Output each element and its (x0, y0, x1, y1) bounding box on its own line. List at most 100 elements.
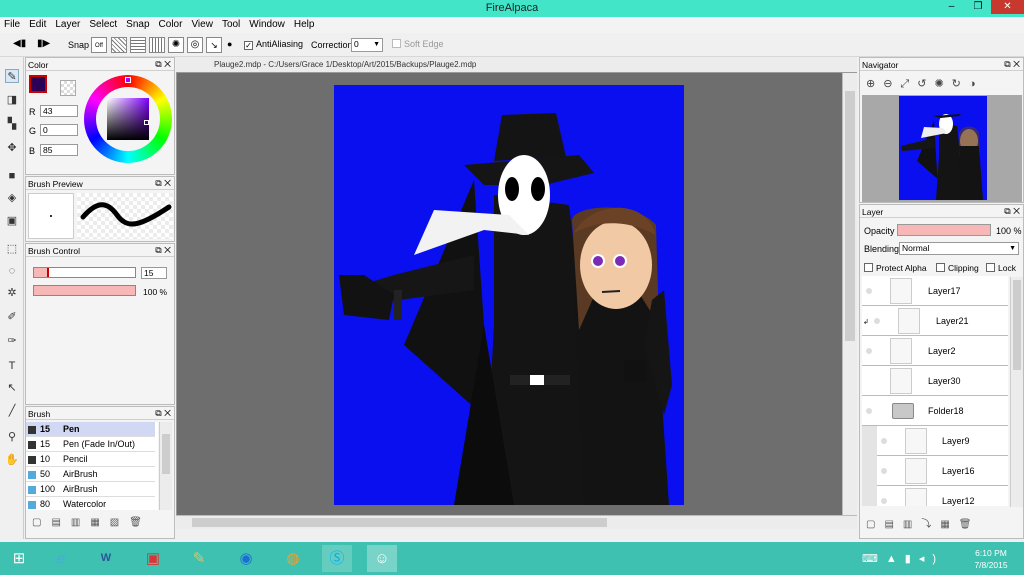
internet-explorer-icon[interactable]: ℯ (46, 545, 76, 572)
redo-icon[interactable]: ▮▶ (37, 38, 50, 49)
menu-help[interactable]: Help (290, 17, 320, 33)
g-input[interactable]: 0 (40, 124, 78, 136)
brush-dot-icon[interactable]: ● (227, 39, 232, 49)
blur-tool-icon[interactable]: ╱ (5, 404, 19, 418)
windows-start-icon[interactable]: ⊞ (4, 545, 34, 572)
text-tool-icon[interactable]: T (5, 359, 19, 373)
magic-wand-icon[interactable]: ✲ (5, 286, 19, 300)
panel-controls-icon[interactable]: ⧉ ✕ (155, 59, 171, 70)
soft-edge-checkbox[interactable]: Soft Edge (392, 39, 444, 49)
undo-icon[interactable]: ◀▮ (13, 38, 26, 49)
saturation-value-square[interactable] (107, 98, 149, 140)
canvas-vertical-scrollbar[interactable] (842, 73, 857, 515)
bucket-tool-icon[interactable]: ◈ (5, 191, 19, 205)
layer-row-layer17[interactable]: Layer17 (862, 276, 1008, 306)
fill-tool-icon[interactable]: ■ (5, 169, 19, 183)
brush-size-slider[interactable] (33, 267, 136, 278)
layer-row-layer2[interactable]: Layer2 (862, 336, 1008, 366)
eye-icon[interactable] (866, 288, 872, 294)
brush-item[interactable]: 15 Pen (26, 422, 155, 437)
drawing-canvas[interactable] (334, 85, 684, 505)
media-icon[interactable]: ◉ (231, 545, 261, 572)
snap-radial-icon[interactable]: ✺ (168, 37, 184, 53)
transparent-color-swatch[interactable] (60, 80, 76, 96)
select-pen-icon[interactable]: ✐ (5, 310, 19, 324)
canvas-horizontal-scrollbar[interactable] (176, 515, 857, 529)
close-button[interactable]: ✕ (991, 0, 1024, 14)
lasso-tool-icon[interactable]: ◌ (5, 264, 19, 278)
app-icon[interactable]: ▣ (138, 545, 168, 572)
snap-grid-icon[interactable] (149, 37, 165, 53)
menu-view[interactable]: View (187, 17, 218, 33)
r-input[interactable]: 43 (40, 105, 78, 117)
snap-off-icon[interactable]: Off (91, 37, 107, 53)
panel-controls-icon[interactable]: ⧉ ✕ (155, 178, 171, 189)
menu-file[interactable]: File (0, 17, 25, 33)
layer-row-layer21[interactable]: ↲ Layer21 (862, 306, 1008, 336)
panel-controls-icon[interactable]: ⧉ ✕ (1004, 59, 1020, 70)
eyedropper-icon[interactable]: ⚲ (5, 430, 19, 444)
panel-controls-icon[interactable]: ⧉ ✕ (155, 245, 171, 256)
brush-item[interactable]: 80 Watercolor (26, 497, 155, 510)
layer-row-layer16[interactable]: Layer16 (877, 456, 1008, 486)
navigator-buttons[interactable]: ⊕⊖⤢↺✺↻◑ (866, 77, 984, 91)
eye-icon[interactable] (881, 498, 887, 504)
layer-opacity-slider[interactable] (897, 224, 991, 236)
layer-row-layer9[interactable]: Layer9 (877, 426, 1008, 456)
menu-layer[interactable]: Layer (51, 17, 85, 33)
brush-item[interactable]: 10 Pencil (26, 452, 155, 467)
move-tool-icon[interactable]: ✥ (5, 141, 19, 155)
paint-icon[interactable]: ✎ (184, 545, 214, 572)
eye-icon[interactable] (866, 348, 872, 354)
menu-tool[interactable]: Tool (218, 17, 245, 33)
snap-curve-icon[interactable]: ↘ (206, 37, 222, 53)
clipping-checkbox[interactable]: Clipping (936, 263, 979, 273)
pen-tool-icon[interactable]: ✎ (5, 69, 19, 83)
brush-item[interactable]: 100 AirBrush (26, 482, 155, 497)
brush-item[interactable]: 15 Pen (Fade In/Out) (26, 437, 155, 452)
layer-panel-buttons[interactable]: ▢▤▥⤵▦🗑 (866, 515, 981, 530)
antialiasing-checkbox[interactable]: ✓ AntiAliasing (244, 39, 303, 50)
menu-color[interactable]: Color (155, 17, 188, 33)
skype-icon[interactable]: Ⓢ (322, 545, 352, 572)
dot-tool-icon[interactable]: ▚ (5, 117, 19, 131)
system-tray-icons[interactable]: ⌨▲▮◂) (862, 552, 944, 565)
game-icon[interactable]: ◍ (278, 545, 308, 572)
panel-controls-icon[interactable]: ⧉ ✕ (1004, 206, 1020, 217)
menu-snap[interactable]: Snap (122, 17, 154, 33)
b-input[interactable]: 85 (40, 144, 78, 156)
word-icon[interactable]: W (91, 545, 121, 572)
layer-row-folder18[interactable]: Folder18 (862, 396, 1008, 426)
layer-row-layer12[interactable]: Layer12 (877, 486, 1008, 506)
eye-icon[interactable] (881, 438, 887, 444)
brush-item[interactable]: 50 AirBrush (26, 467, 155, 482)
gradient-tool-icon[interactable]: ▣ (5, 214, 19, 228)
protect-alpha-checkbox[interactable]: Protect Alpha (864, 263, 927, 273)
lock-checkbox[interactable]: Lock (986, 263, 1016, 273)
eye-icon[interactable] (874, 318, 880, 324)
correction-select[interactable]: 0 ▼ (351, 38, 383, 52)
panel-controls-icon[interactable]: ⧉ ✕ (155, 408, 171, 419)
clock[interactable]: 6:10 PM 7/8/2015 (971, 547, 1011, 571)
menu-edit[interactable]: Edit (25, 17, 51, 33)
eye-icon[interactable] (866, 408, 872, 414)
select-tool-icon[interactable]: ⬚ (5, 242, 19, 256)
menu-window[interactable]: Window (245, 17, 290, 33)
brush-list-scrollbar[interactable] (159, 422, 172, 510)
menu-select[interactable]: Select (85, 17, 122, 33)
brush-size-input[interactable]: 15 (141, 267, 167, 279)
minimize-button[interactable]: – (938, 0, 965, 14)
select-eraser-icon[interactable]: ✑ (5, 334, 19, 348)
navigator-preview[interactable] (862, 95, 1022, 202)
blending-select[interactable]: Normal ▼ (899, 242, 1019, 255)
snap-circle-icon[interactable]: ◎ (187, 37, 203, 53)
firealpaca-taskbar-icon[interactable]: ☺ (367, 545, 397, 572)
snap-parallel-icon[interactable] (111, 37, 127, 53)
eye-icon[interactable] (881, 468, 887, 474)
brush-opacity-slider[interactable] (33, 285, 136, 296)
document-tab[interactable]: Plauge2.mdp - C:/Users/Grace 1/Desktop/A… (176, 57, 857, 73)
operation-tool-icon[interactable]: ↖ (5, 381, 19, 395)
snap-crisscross-icon[interactable] (130, 37, 146, 53)
eraser-tool-icon[interactable]: ◨ (5, 93, 19, 107)
maximize-button[interactable]: ❐ (965, 0, 991, 14)
